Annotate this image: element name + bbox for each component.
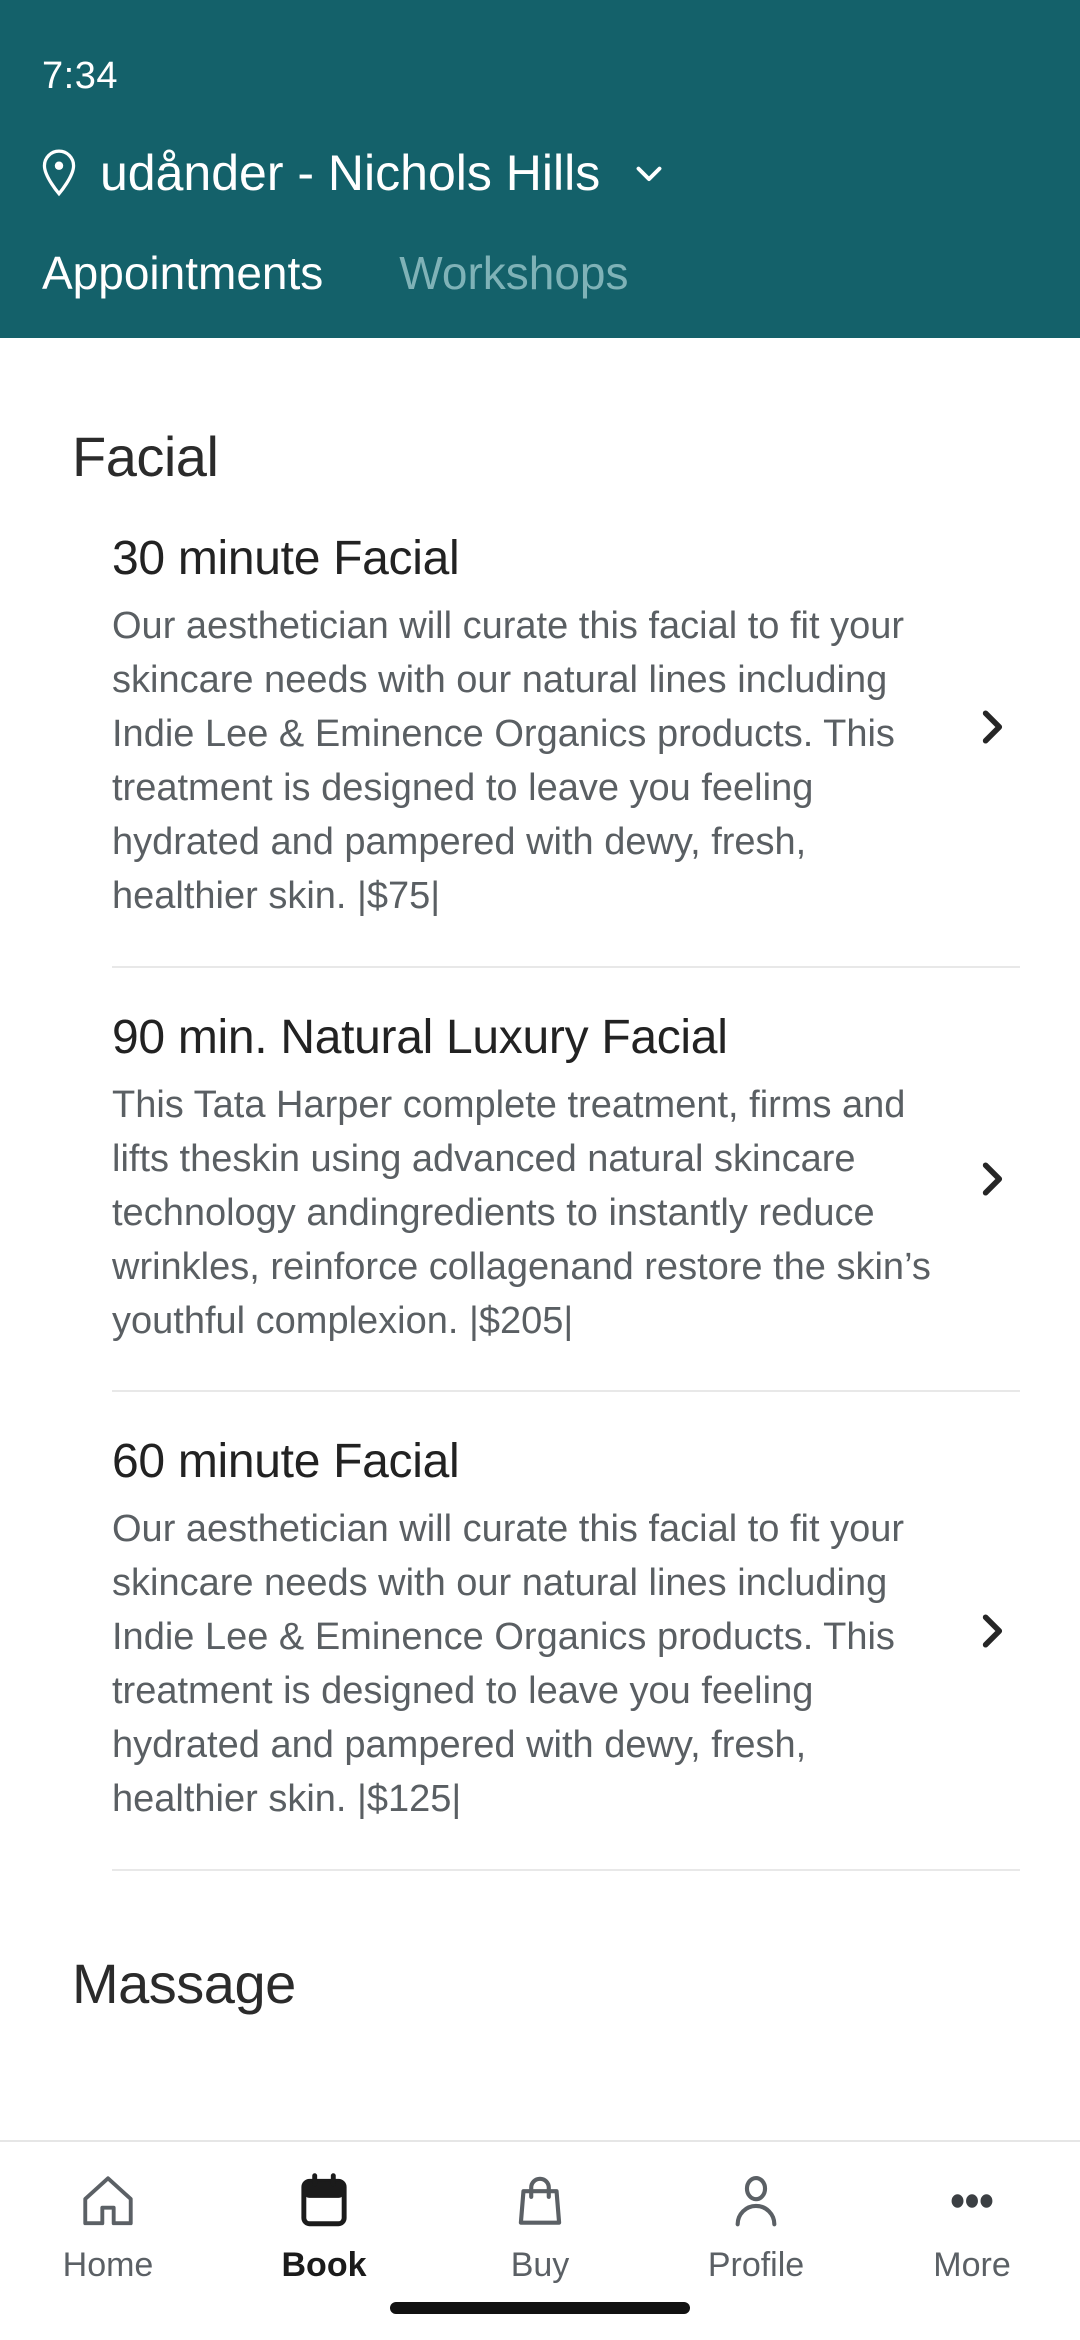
service-title: 30 minute Facial	[112, 532, 460, 585]
service-description: Our aesthetician will curate this facial…	[112, 605, 905, 917]
location-selector[interactable]: udånder - Nichols Hills	[0, 108, 1080, 218]
service-row[interactable]: 90 min. Natural Luxury Facial This Tata …	[112, 968, 1020, 1393]
facial-service-list: 30 minute Facial Our aesthetician will c…	[0, 489, 1080, 1872]
nav-label: Profile	[707, 2246, 805, 2284]
tab-workshops[interactable]: Workshops	[387, 246, 640, 338]
chevron-down-icon[interactable]	[628, 152, 670, 194]
person-icon	[725, 2168, 787, 2234]
tab-appointments[interactable]: Appointments	[30, 246, 335, 338]
app-screen: 7:34 udånder - Nichols Hills Appointment…	[0, 0, 1080, 2340]
nav-label: Home	[62, 2246, 154, 2284]
service-row[interactable]: 30 minute Facial Our aesthetician will c…	[112, 489, 1020, 968]
chevron-right-icon[interactable]	[970, 1609, 1014, 1653]
service-text-block: 30 minute Facial Our aesthetician will c…	[112, 531, 970, 924]
more-dots-icon	[941, 2168, 1003, 2234]
status-bar-clock: 7:34	[42, 54, 118, 97]
service-description: Our aesthetician will curate this facial…	[112, 1508, 905, 1821]
service-catalog[interactable]: Facial 30 minute Facial Our aesthetician…	[0, 338, 1080, 2140]
nav-item-more[interactable]: More	[864, 2168, 1080, 2285]
chevron-right-icon[interactable]	[970, 705, 1014, 749]
service-row[interactable]: 60 minute Facial Our aesthetician will c…	[112, 1392, 1020, 1872]
location-pin-icon	[42, 149, 76, 197]
service-title: 90 min. Natural Luxury Facial	[112, 1010, 728, 1064]
home-indicator	[390, 2302, 690, 2314]
nav-item-profile[interactable]: Profile	[648, 2168, 864, 2285]
service-text-block: 60 minute Facial Our aesthetician will c…	[112, 1434, 970, 1827]
service-description: This Tata Harper complete treatment, fir…	[112, 1083, 931, 1342]
service-title: 60 minute Facial	[112, 1435, 460, 1489]
header-tabs: Appointments Workshops	[0, 218, 1080, 338]
nav-label: Buy	[510, 2246, 570, 2284]
nav-item-buy[interactable]: Buy	[432, 2168, 648, 2285]
shopping-bag-icon	[509, 2168, 571, 2234]
calendar-icon	[293, 2168, 355, 2234]
nav-item-book[interactable]: Book	[216, 2168, 432, 2285]
status-bar: 7:34	[0, 44, 1080, 108]
nav-item-home[interactable]: Home	[0, 2168, 216, 2285]
home-icon	[77, 2168, 139, 2234]
service-text-block: 90 min. Natural Luxury Facial This Tata …	[112, 1010, 970, 1349]
section-header-facial: Facial	[72, 425, 219, 488]
nav-label: Book	[281, 2246, 367, 2284]
nav-label: More	[933, 2246, 1011, 2284]
app-header: 7:34 udånder - Nichols Hills Appointment…	[0, 0, 1080, 338]
section-header-massage: Massage	[72, 1952, 296, 2016]
chevron-right-icon[interactable]	[970, 1157, 1014, 1201]
location-name-label: udånder - Nichols Hills	[100, 145, 601, 201]
